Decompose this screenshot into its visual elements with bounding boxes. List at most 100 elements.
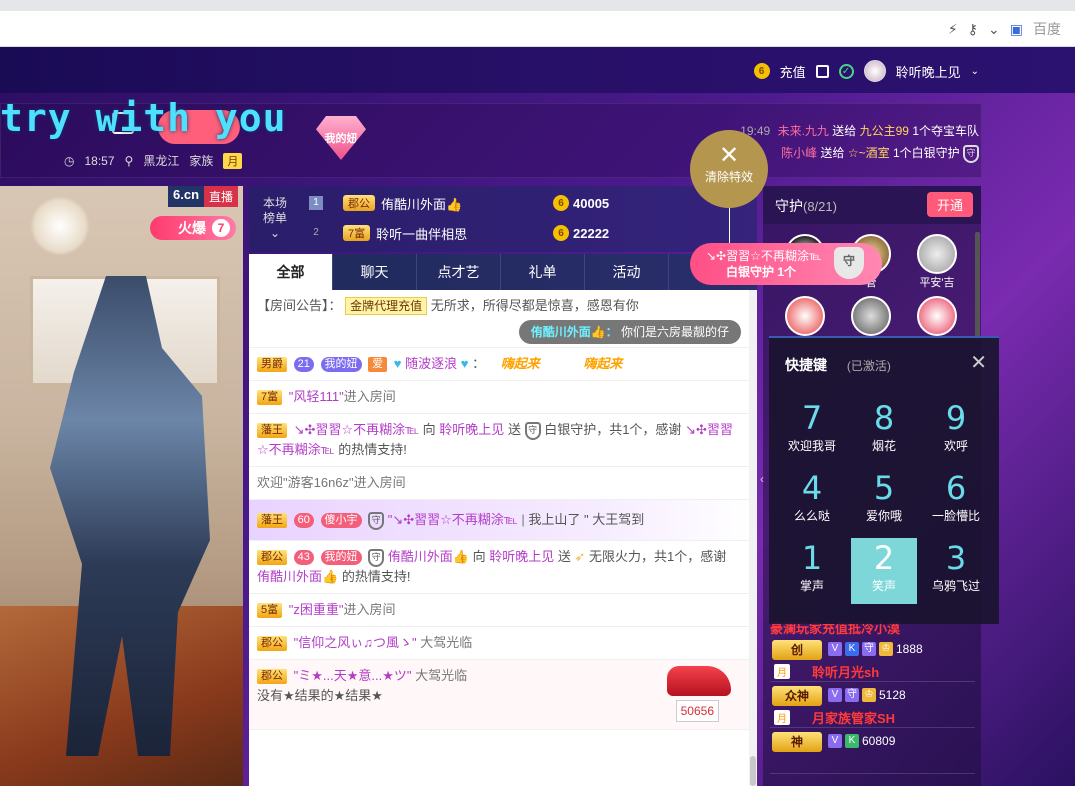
chat-message: 欢迎"游客16n6z"进入房间	[249, 467, 749, 500]
chat-user-name[interactable]: "信仰之风ぃ♫つ風ゝ"	[294, 635, 417, 650]
coin-icon: 6	[753, 63, 770, 79]
guard-avatar[interactable]	[917, 296, 957, 336]
guard-name[interactable]: 平安'吉	[907, 274, 967, 290]
chat-message: 7富 "风轻111"进入房间	[249, 381, 749, 414]
site-badge: 6.cn	[168, 186, 205, 207]
chat-user-name[interactable]: 聆听晚上见	[439, 422, 504, 437]
rank-row[interactable]: 1 郡公 侑酷川外面👍 6 40005	[309, 190, 749, 216]
live-badge: 6.cn 直播	[168, 186, 239, 207]
fan-row[interactable]: 神 V K 60809	[770, 728, 975, 774]
hot-badge[interactable]: 火爆 7	[150, 216, 236, 240]
site-top-nav: 6 充值 ✓ 聆听晚上见 ⌄	[0, 47, 1075, 93]
room-title: try with you	[0, 96, 287, 140]
fan-level-icon: 创	[772, 640, 822, 660]
address-bar[interactable]: ⚡ ⚷ ⌄ ▣ 百度	[0, 11, 1075, 47]
edit-icon[interactable]	[815, 64, 829, 78]
shortcut-key-7[interactable]: 7 欢迎我哥	[779, 398, 845, 464]
chat-message: 郡公 "信仰之风ぃ♫つ風ゝ" 大驾光临	[249, 627, 749, 660]
guard-avatar[interactable]	[785, 296, 825, 336]
my-girl-badge[interactable]: 我的妞	[316, 116, 370, 164]
family-label: 家族	[189, 154, 214, 168]
coin-icon: 6	[553, 225, 569, 241]
chat-message: 郡公 43 我的妞 守 侑酷川外面👍 向 聆听晚上见 送 ➶ 无限火力，共1个，…	[249, 541, 749, 594]
fan-row[interactable]: 众神 V 守 ♔ 5128 月 月家族管家SH	[770, 682, 975, 728]
rank-row[interactable]: 2 7富 聆听一曲伴相思 6 22222	[309, 220, 749, 246]
live-video[interactable]	[0, 186, 243, 786]
open-guard-button[interactable]: 开通	[926, 192, 973, 217]
chevron-down-icon[interactable]: ⌄	[988, 21, 1000, 38]
search-engine-input[interactable]: 百度	[1033, 19, 1061, 39]
fan-tags: V 守 ♔ 5128	[828, 688, 906, 702]
chat-message: 藩王 ↘✣習習☆不再糊涂℡ 向 聆听晚上见 送 守 白银守护，共1个，感谢 ↘✣…	[249, 414, 749, 467]
room-notice: 【房间公告】： 金牌代理充值 无所求，所得尽都是惊喜，感恩有你 侑酷川外面👍： …	[249, 290, 749, 348]
live-label: 直播	[204, 186, 239, 207]
room-location: 黑龙江	[143, 154, 180, 168]
username-link[interactable]: 聆听晚上见	[896, 62, 961, 81]
shortcut-key-1[interactable]: 1 掌声	[779, 538, 845, 604]
location-pin-icon: ⚲	[124, 153, 134, 168]
notice-chip[interactable]: 金牌代理充值	[345, 297, 428, 315]
chat-user-name[interactable]: "↘✣習習☆不再糊涂℡	[388, 512, 518, 527]
close-icon: ✕	[718, 142, 740, 169]
scrollbar-thumb[interactable]	[750, 756, 756, 786]
tab-activity[interactable]: 活动	[585, 254, 669, 290]
chat-user-name[interactable]: ↘✣習習☆不再糊涂℡	[294, 422, 419, 437]
family-tag[interactable]: 月	[223, 152, 243, 169]
fan-row[interactable]: 创 V K 守 ♔ 1888 月 聆听月光sh	[770, 636, 975, 682]
chat-user-name[interactable]: 侑酷川外面👍	[257, 569, 338, 584]
guard-avatar[interactable]	[917, 234, 957, 274]
tab-strip	[0, 0, 1075, 11]
chat-user-name[interactable]: 聆听晚上见	[489, 549, 554, 564]
fan-name[interactable]: 月家族管家SH	[812, 708, 895, 727]
chat-user-name[interactable]: "z困重重"	[289, 602, 344, 617]
shortcut-key-9[interactable]: 9 欢呼	[923, 398, 989, 464]
room-time: 18:57	[84, 153, 115, 168]
lightning-icon[interactable]: ⚡	[948, 21, 958, 38]
chat-user-name[interactable]: "ミ★...天★意...★ツ"	[294, 668, 412, 683]
fan-list: 豪澜玩家充值抵冷小漠 创 V K 守 ♔ 1888 月 聆听月光sh 众神 V …	[770, 622, 975, 774]
guard-avatar[interactable]	[851, 296, 891, 336]
shield-icon: 守	[834, 247, 864, 279]
fan-name[interactable]: 聆听月光sh	[812, 662, 879, 681]
guards-scrollbar[interactable]	[975, 232, 980, 340]
rank-user-name[interactable]: 侑酷川外面👍	[381, 194, 462, 213]
chevron-down-icon[interactable]: ⌄	[263, 226, 287, 241]
check-circle-icon[interactable]: ✓	[838, 63, 854, 79]
tab-all[interactable]: 全部	[249, 254, 333, 290]
key-icon[interactable]: ⚷	[968, 21, 978, 38]
guard-popup: ↘✣習習☆不再糊涂℡ 白银守护 1个 守	[690, 243, 882, 285]
clear-effects-button[interactable]: ✕ 清除特效	[690, 130, 768, 208]
chat-user-name[interactable]: "风轻111"	[289, 389, 344, 404]
tab-gift-list[interactable]: 礼单	[501, 254, 585, 290]
shortcut-key-8[interactable]: 8 烟花	[851, 398, 917, 464]
rank-user-name[interactable]: 聆听一曲伴相思	[376, 224, 467, 243]
chevron-down-icon[interactable]: ⌄	[971, 66, 979, 77]
missile-gift-icon: ➶	[574, 549, 586, 564]
tab-chat[interactable]: 聊天	[333, 254, 417, 290]
chat-scrollbar[interactable]	[749, 290, 757, 786]
rank-label[interactable]: 本场 榜单 ⌄	[263, 196, 287, 241]
shortcut-key-5[interactable]: 5 爱你哦	[851, 468, 917, 534]
chat-message-highlight: 藩王 60 傻小宇 守 "↘✣習習☆不再糊涂℡ | 我上山了 " 大王驾到	[249, 500, 749, 541]
shortcut-key-6[interactable]: 6 一脸懵比	[923, 468, 989, 534]
shortcut-title: 快捷键	[785, 357, 827, 373]
user-avatar[interactable]	[863, 60, 886, 82]
chat-message-list[interactable]: 【房间公告】： 金牌代理充值 无所求，所得尽都是惊喜，感恩有你 侑酷川外面👍： …	[249, 290, 749, 786]
shortcut-key-3[interactable]: 3 乌鸦飞过	[923, 538, 989, 604]
chat-user-name[interactable]: 侑酷川外面👍	[388, 549, 469, 564]
shortcut-key-2[interactable]: 2 笑声	[851, 538, 917, 604]
recharge-link[interactable]: 充值	[780, 62, 806, 81]
chat-user-name[interactable]: 随波逐浪	[405, 356, 457, 371]
fan-banner: 豪澜玩家充值抵冷小漠	[770, 621, 901, 636]
tab-request-talent[interactable]: 点才艺	[417, 254, 501, 290]
chat-message: 5富 "z困重重"进入房间	[249, 594, 749, 627]
chat-panel: 全部 聊天 点才艺 礼单 活动 【房间公告】： 金牌代理充值 无所求，所得尽都是…	[249, 254, 757, 786]
car-count: 50656	[675, 700, 719, 722]
chandelier-decor	[30, 196, 90, 256]
shortcut-key-4[interactable]: 4 么么哒	[779, 468, 845, 534]
fan-level-icon: 众神	[772, 686, 822, 706]
gift-ticker: 19:49 未来.九九 送给 九公主99 1个夺宝车队 陈小峰 送给 ☆~酒室 …	[740, 120, 979, 164]
fan-tags: V K 守 ♔ 1888	[828, 642, 923, 656]
guards-title: 守护	[775, 198, 803, 214]
close-icon[interactable]: ✕	[970, 350, 987, 375]
